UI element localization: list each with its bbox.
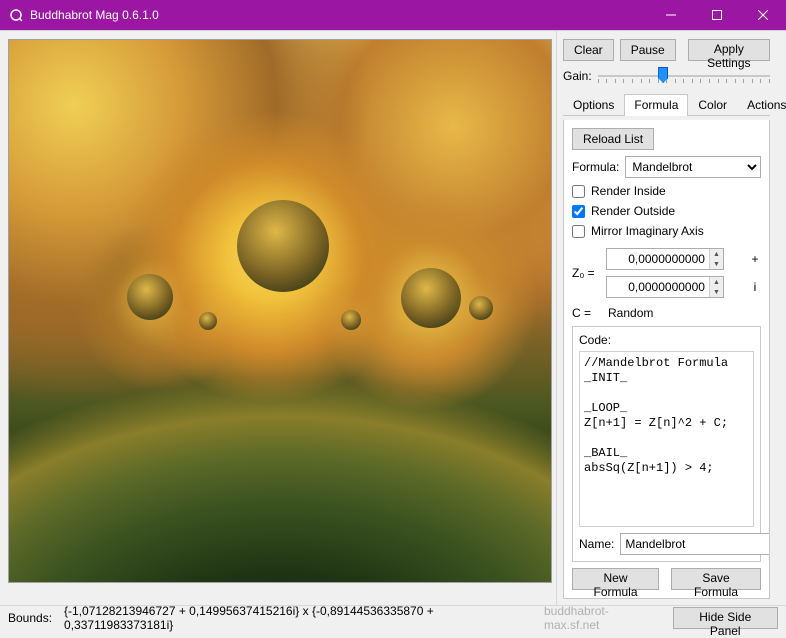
z0-plus: +: [749, 252, 761, 266]
tab-strip: Options Formula Color Actions: [563, 93, 770, 116]
save-formula-button[interactable]: Save Formula: [671, 568, 761, 590]
clear-button[interactable]: Clear: [563, 39, 614, 61]
gain-slider[interactable]: [598, 65, 770, 87]
pause-button[interactable]: Pause: [620, 39, 676, 61]
c-value: Random: [608, 306, 653, 320]
tab-actions[interactable]: Actions: [737, 94, 786, 116]
code-group: Code: //Mandelbrot Formula _INIT_ _LOOP_…: [572, 326, 761, 562]
spin-down-icon[interactable]: ▼: [710, 287, 723, 297]
tab-color[interactable]: Color: [688, 94, 737, 116]
tab-options[interactable]: Options: [563, 94, 624, 116]
name-input[interactable]: [620, 533, 770, 555]
formula-select[interactable]: Mandelbrot: [625, 156, 761, 178]
tab-body-formula: Reload List Formula: Mandelbrot Render I…: [563, 120, 770, 599]
side-panel: Clear Pause Apply Settings Gain: Options…: [556, 31, 778, 605]
spin-up-icon[interactable]: ▲: [710, 277, 723, 287]
code-textarea[interactable]: //Mandelbrot Formula _INIT_ _LOOP_ Z[n+1…: [579, 351, 754, 527]
formula-label: Formula:: [572, 160, 619, 174]
window-title: Buddhabrot Mag 0.6.1.0: [30, 8, 159, 22]
minimize-button[interactable]: [648, 0, 694, 30]
app-icon: [8, 7, 24, 23]
gain-label: Gain:: [563, 69, 592, 83]
maximize-button[interactable]: [694, 0, 740, 30]
close-button[interactable]: [740, 0, 786, 30]
z0-imag-input[interactable]: ▲▼: [606, 276, 724, 298]
render-pane: [0, 31, 556, 605]
bounds-value: {-1,07128213946727 + 0,14995637415216i} …: [64, 604, 532, 632]
tab-formula[interactable]: Formula: [624, 94, 688, 116]
titlebar: Buddhabrot Mag 0.6.1.0: [0, 0, 786, 30]
render-canvas[interactable]: [8, 39, 552, 583]
render-inside-checkbox[interactable]: Render Inside: [572, 184, 761, 198]
project-link[interactable]: buddhabrot-max.sf.net: [544, 604, 661, 632]
name-label: Name:: [579, 537, 614, 551]
z0-i: i: [749, 280, 761, 294]
reload-list-button[interactable]: Reload List: [572, 128, 654, 150]
mirror-axis-input[interactable]: [572, 225, 585, 238]
apply-settings-button[interactable]: Apply Settings: [688, 39, 770, 61]
z0-label: Z₀ =: [572, 266, 606, 280]
code-label: Code:: [579, 333, 754, 347]
bounds-label: Bounds:: [8, 611, 52, 625]
render-outside-input[interactable]: [572, 205, 585, 218]
hide-side-panel-button[interactable]: Hide Side Panel: [673, 607, 779, 629]
render-outside-checkbox[interactable]: Render Outside: [572, 204, 761, 218]
render-inside-input[interactable]: [572, 185, 585, 198]
spin-up-icon[interactable]: ▲: [710, 249, 723, 259]
mirror-axis-checkbox[interactable]: Mirror Imaginary Axis: [572, 224, 761, 238]
spin-down-icon[interactable]: ▼: [710, 259, 723, 269]
status-bar: Bounds: {-1,07128213946727 + 0,149956374…: [0, 605, 786, 629]
z0-real-input[interactable]: ▲▼: [606, 248, 724, 270]
new-formula-button[interactable]: New Formula: [572, 568, 659, 590]
c-label: C =: [572, 306, 602, 320]
